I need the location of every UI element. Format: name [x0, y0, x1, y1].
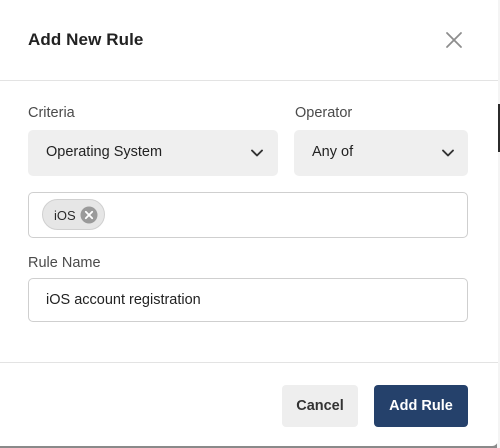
dialog-title: Add New Rule	[28, 30, 144, 49]
close-icon	[446, 32, 462, 48]
remove-circle-icon[interactable]	[80, 206, 98, 224]
add-rule-dialog: Add New Rule Criteria Operating System O…	[0, 0, 498, 446]
close-button[interactable]	[442, 28, 466, 52]
operator-select[interactable]: Any of	[294, 130, 468, 176]
tag-label: iOS	[54, 208, 76, 223]
add-rule-button[interactable]: Add Rule	[374, 385, 468, 427]
rule-name-input[interactable]	[28, 278, 468, 322]
dialog-footer: Cancel Add Rule	[0, 362, 498, 446]
cancel-button[interactable]: Cancel	[282, 385, 358, 427]
operator-selected-value: Any of	[312, 144, 354, 160]
chevron-down-icon	[442, 149, 454, 157]
criteria-select[interactable]: Operating System	[28, 130, 278, 176]
criteria-label: Criteria	[28, 105, 75, 121]
values-tag-input[interactable]: iOS	[28, 192, 468, 238]
operator-label: Operator	[295, 105, 353, 121]
tag-chip: iOS	[42, 199, 105, 230]
chevron-down-icon	[251, 149, 263, 157]
criteria-selected-value: Operating System	[46, 144, 163, 160]
dialog-header: Add New Rule	[0, 0, 498, 81]
rule-name-label: Rule Name	[28, 255, 101, 271]
